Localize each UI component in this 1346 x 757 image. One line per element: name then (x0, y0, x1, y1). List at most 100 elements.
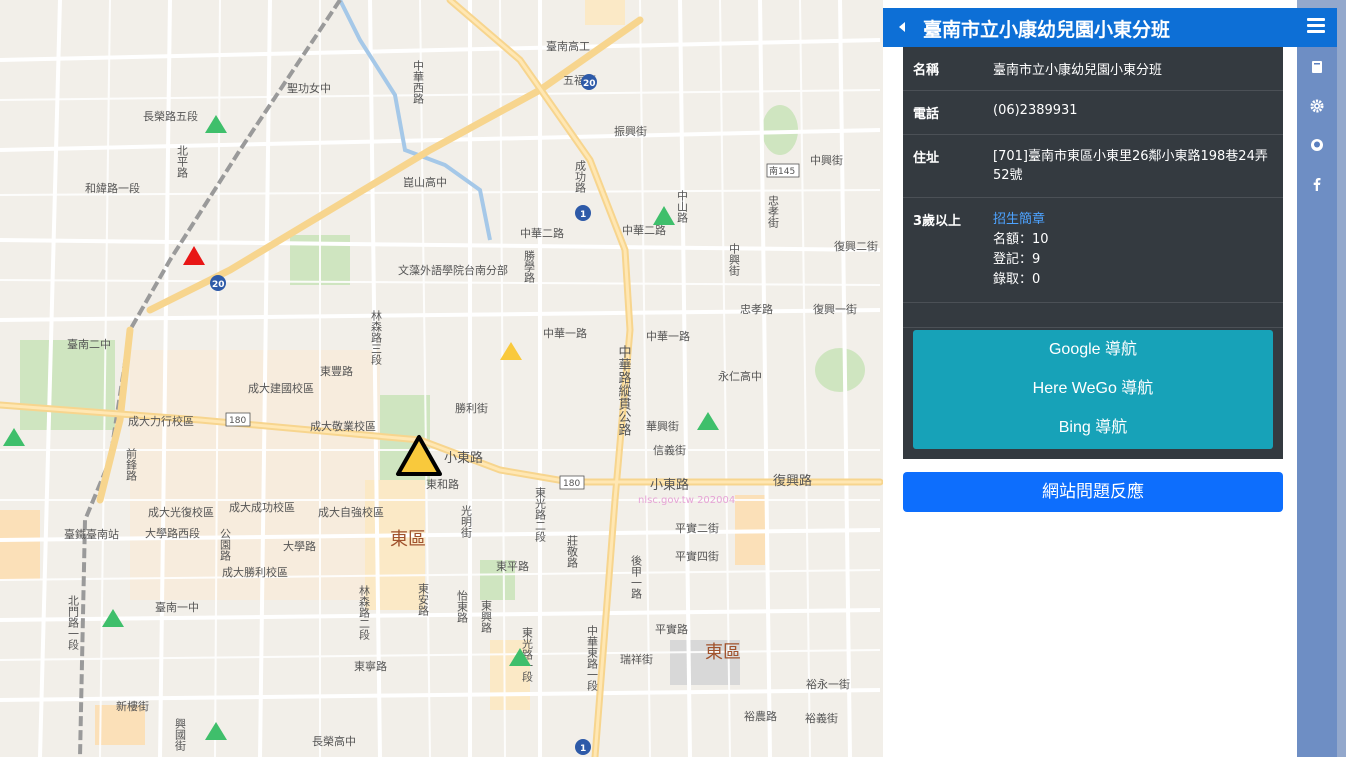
map-label: 忠孝路 (740, 303, 773, 316)
info-value: [701]臺南市東區小東里26鄰小東路198巷24弄52號 (983, 134, 1283, 198)
map-label: 勝學路 (523, 249, 536, 284)
map-label: 林森路二段 (358, 584, 371, 641)
svg-text:1: 1 (580, 744, 586, 754)
info-key: 電話 (903, 90, 983, 135)
map-label: 臺南一中 (155, 600, 199, 614)
map-label: 瑞祥街 (620, 652, 653, 666)
navigation-buttons: Google 導航 Here WeGo 導航 Bing 導航 (913, 330, 1273, 449)
map-label: 勝利街 (455, 401, 488, 415)
map-label: 莊敬路 (566, 535, 579, 569)
map-label: 平實二街 (675, 521, 719, 535)
map-label: 崑山高中 (403, 175, 447, 189)
map-label: 小東路 (650, 477, 689, 493)
svg-text:180: 180 (229, 416, 246, 426)
map-label: 文藻外語學院台南分部 (398, 263, 508, 277)
map-label: 復興路 (773, 473, 812, 489)
map-label: 公園路 (219, 528, 232, 562)
district-label: 東區 (705, 642, 741, 663)
map-label: 信義街 (653, 443, 686, 457)
map-label: 聖功女中 (287, 81, 331, 95)
map-label: 前鋒路 (125, 447, 138, 482)
map-label: 永仁高中 (718, 369, 762, 383)
map-label: 光明街 (460, 504, 473, 539)
map-label: 興國街 (174, 718, 187, 752)
info-value-age: 招生簡章 名額：10 登記：9 錄取：0 (983, 197, 1283, 303)
info-key: 住址 (903, 134, 983, 198)
registered-text: 登記：9 (993, 252, 1041, 267)
map-label: 中華一路 (646, 330, 690, 343)
map-label: 中興街 (810, 153, 843, 167)
svg-text:南145: 南145 (769, 165, 795, 177)
map-label: 中華二路 (520, 227, 564, 240)
map-label: 東興路 (480, 600, 493, 634)
map-label: 東光路二段 (534, 487, 547, 543)
map-label: 東安路 (417, 583, 430, 617)
map-label: 裕農路 (744, 709, 777, 723)
map-label: 平實路 (655, 622, 688, 636)
map-label: 北平路 (176, 145, 189, 179)
map-label: 中華西路 (412, 60, 425, 105)
gear-icon[interactable] (1308, 99, 1326, 117)
svg-text:20: 20 (212, 280, 225, 290)
map-tiles[interactable]: nlsc.gov.tw 202004 東區 東區 臺南高工 聖功女中 崑山高中 … (0, 0, 883, 757)
info-value: (06)2389931 (983, 90, 1283, 135)
map-label: 小東路 (444, 450, 483, 466)
menu-icon[interactable] (1307, 18, 1325, 36)
side-icon-rail (1297, 47, 1337, 757)
info-value: 臺南市立小康幼兒園小東分班 (983, 47, 1283, 91)
info-row-age: 3歲以上 招生簡章 名額：10 登記：9 錄取：0 (903, 197, 1283, 303)
map-label: 成大成功校區 (229, 500, 295, 514)
map-label: 成大光復校區 (148, 505, 214, 519)
svg-text:1: 1 (580, 210, 586, 220)
info-key: 名稱 (903, 47, 983, 91)
map-label: 長榮高中 (312, 734, 356, 748)
collapse-sidebar-icon[interactable] (895, 17, 913, 37)
map-label: 中華路縱貫公路 (616, 345, 632, 436)
google-navigate-button[interactable]: Google 導航 (913, 330, 1273, 369)
map-label: 東平路 (496, 560, 529, 573)
site-feedback-button[interactable]: 網站問題反應 (903, 472, 1283, 512)
map-label: 成大勝利校區 (222, 565, 288, 579)
map-label: 北門路一段 (67, 595, 80, 651)
map-label: 東豐路 (320, 365, 353, 378)
map-label: 成功路 (574, 160, 587, 194)
map-label: 中山路 (676, 190, 689, 224)
info-table: 名稱 臺南市立小康幼兒園小東分班 電話 (06)2389931 住址 [701]… (903, 47, 1283, 328)
map-label: 振興街 (614, 124, 647, 138)
info-row: 電話 (06)2389931 (903, 90, 1283, 135)
info-row: 名稱 臺南市立小康幼兒園小東分班 (903, 47, 1283, 91)
map-label: 和緯路一段 (85, 181, 140, 195)
map-label: 平實四街 (675, 549, 719, 563)
facebook-icon[interactable] (1308, 177, 1326, 195)
info-row-empty (903, 302, 1283, 328)
svg-text:180: 180 (563, 479, 580, 489)
admission-brochure-link[interactable]: 招生簡章 (993, 210, 1273, 230)
sidebar: 臺南市立小康幼兒園小東分班 名稱 臺南市立小康幼兒園小東分班 電話 (06)23… (883, 0, 1337, 757)
map-label: 林森路三段 (370, 309, 383, 366)
map-label: 成大力行校區 (128, 414, 194, 428)
map-label: 華興街 (646, 419, 679, 433)
map-label: 臺南二中 (67, 337, 111, 351)
map-label: 裕義街 (805, 711, 838, 725)
book-icon[interactable] (1308, 60, 1326, 78)
bing-navigate-button[interactable]: Bing 導航 (913, 408, 1273, 447)
info-key: 3歲以上 (903, 197, 983, 303)
map-label: 忠孝街 (767, 195, 780, 229)
info-panel: 名稱 臺南市立小康幼兒園小東分班 電話 (06)2389931 住址 [701]… (903, 47, 1283, 459)
map-label: 成大敬業校區 (310, 419, 376, 433)
svg-text:20: 20 (583, 79, 596, 89)
map-label: 成大建國校區 (248, 381, 314, 395)
map-label: 中華東路一段 (586, 625, 599, 692)
map-label: 大學路 (283, 539, 316, 553)
map-watermark: nlsc.gov.tw 202004 (638, 495, 735, 506)
here-wego-navigate-button[interactable]: Here WeGo 導航 (913, 369, 1273, 408)
quota-text: 名額：10 (993, 232, 1049, 247)
map-label: 新樓街 (116, 699, 149, 713)
github-icon[interactable] (1308, 138, 1326, 156)
map-label: 復興二街 (834, 239, 878, 253)
district-label: 東區 (390, 529, 426, 550)
admitted-text: 錄取：0 (993, 272, 1041, 287)
map-label: 大學路西段 (145, 526, 200, 540)
map-label: 後甲一路 (630, 554, 643, 600)
sidebar-header: 臺南市立小康幼兒園小東分班 (883, 8, 1337, 47)
